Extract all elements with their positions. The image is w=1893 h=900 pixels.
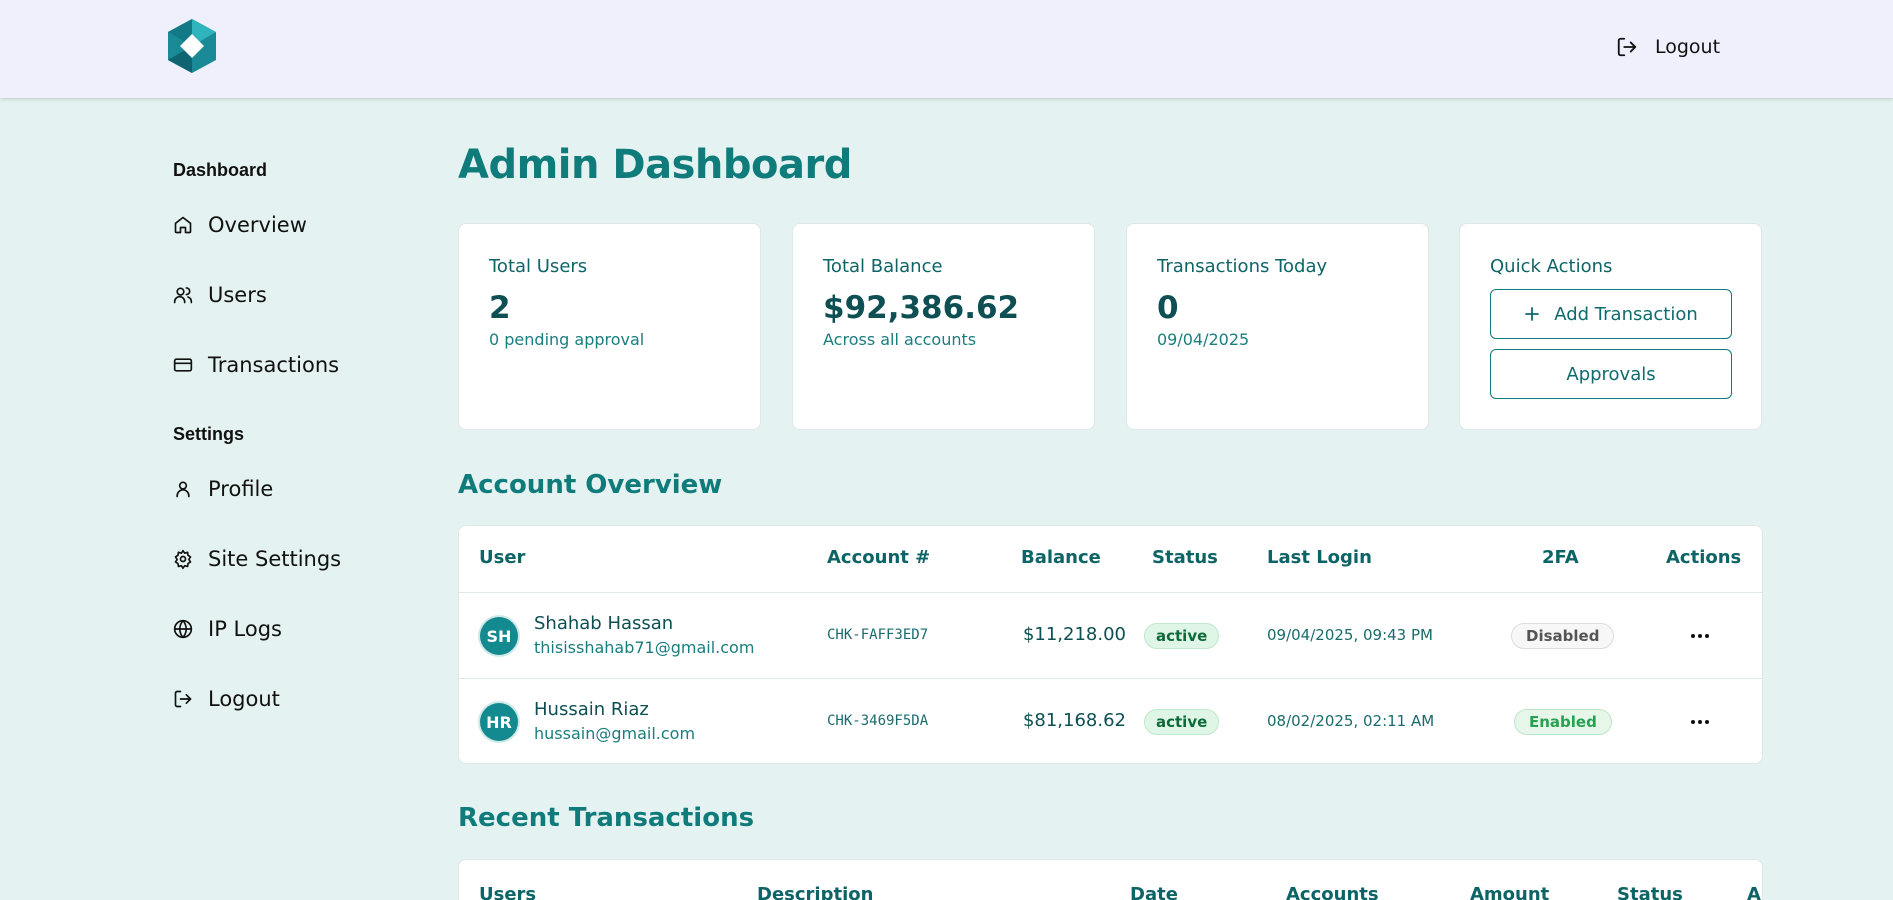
user-name: Shahab Hassan — [534, 613, 674, 634]
column-header-date: Date — [1130, 884, 1178, 900]
plus-icon — [1525, 307, 1540, 321]
status-badge: active — [1144, 709, 1220, 735]
add-transaction-label: Add Transaction — [1554, 303, 1698, 325]
last-login: 08/02/2025, 02:11 AM — [1267, 712, 1435, 730]
approvals-label: Approvals — [1566, 363, 1656, 385]
card-value: 0 — [1157, 290, 1179, 326]
sidebar-section-settings: Settings — [173, 424, 245, 444]
logo-icon[interactable] — [166, 17, 218, 75]
card-transactions-today: Transactions Today 0 09/04/2025 — [1126, 223, 1429, 430]
sidebar-item-label: Profile — [208, 477, 274, 501]
twofa-badge: Disabled — [1511, 623, 1615, 649]
more-actions-icon[interactable] — [1689, 711, 1711, 733]
globe-icon — [173, 619, 193, 639]
card-label: Total Balance — [823, 256, 943, 277]
account-overview-title: Account Overview — [458, 470, 723, 500]
account-number: CHK-FAFF3ED7 — [827, 627, 929, 643]
user-email: hussain@gmail.com — [534, 724, 696, 743]
card-label: Total Users — [489, 256, 588, 277]
sidebar-item-label: Site Settings — [208, 547, 342, 571]
card-label: Quick Actions — [1490, 256, 1613, 277]
sidebar-item-label: Logout — [208, 687, 280, 711]
top-header: Logout — [0, 0, 1893, 98]
sidebar-item-users[interactable]: Users — [173, 260, 433, 330]
account-number: CHK-3469F5DA — [827, 713, 929, 729]
column-header-last-login: Last Login — [1267, 547, 1372, 568]
card-total-balance: Total Balance $92,386.62 Across all acco… — [792, 223, 1095, 430]
header-logout-label: Logout — [1655, 36, 1721, 58]
sidebar-item-logout[interactable]: Logout — [173, 664, 433, 734]
status-badge: active — [1144, 623, 1220, 649]
avatar: HR — [480, 703, 518, 741]
add-transaction-button[interactable]: Add Transaction — [1490, 289, 1732, 339]
card-value: $92,386.62 — [823, 290, 1020, 326]
more-actions-icon[interactable] — [1689, 625, 1711, 647]
column-header-balance: Balance — [1021, 547, 1101, 568]
user-icon — [173, 479, 193, 499]
twofa-badge: Enabled — [1514, 709, 1612, 735]
sidebar-item-label: Overview — [208, 213, 307, 237]
recent-transactions-table: Users Description Date Accounts Amount S… — [458, 859, 1763, 900]
sidebar-item-label: Transactions — [208, 353, 340, 377]
column-header-actions: A — [1747, 884, 1761, 900]
header-logout-button[interactable]: Logout — [1616, 32, 1720, 62]
sidebar-item-label: IP Logs — [208, 617, 282, 641]
column-header-account: Account # — [827, 547, 931, 568]
card-quick-actions: Quick Actions Add Transaction Approvals — [1459, 223, 1762, 430]
card-subtext: 09/04/2025 — [1157, 330, 1250, 349]
account-balance: $11,218.00 — [1022, 624, 1126, 645]
home-icon — [173, 215, 193, 235]
user-email: thisisshahab71@gmail.com — [534, 638, 755, 657]
column-header-amount: Amount — [1470, 884, 1550, 900]
avatar: SH — [480, 617, 518, 655]
table-row: SH Shahab Hassan thisisshahab71@gmail.co… — [459, 592, 1762, 678]
last-login: 09/04/2025, 09:43 PM — [1267, 626, 1433, 644]
sidebar-item-site-settings[interactable]: Site Settings — [173, 524, 433, 594]
recent-transactions-title: Recent Transactions — [458, 803, 755, 833]
column-header-user: User — [479, 547, 526, 568]
card-subtext: 0 pending approval — [489, 330, 645, 349]
logout-icon — [173, 689, 193, 709]
column-header-accounts: Accounts — [1286, 884, 1379, 900]
sidebar-section-dashboard: Dashboard — [173, 160, 268, 180]
card-label: Transactions Today — [1157, 256, 1328, 277]
table-row: HR Hussain Riaz hussain@gmail.com CHK-34… — [459, 678, 1762, 763]
sidebar-item-ip-logs[interactable]: IP Logs — [173, 594, 433, 664]
credit-card-icon — [173, 355, 193, 375]
card-total-users: Total Users 2 0 pending approval — [458, 223, 761, 430]
card-subtext: Across all accounts — [823, 330, 977, 349]
card-value: 2 — [489, 290, 511, 326]
column-header-2fa: 2FA — [1542, 547, 1579, 568]
approvals-button[interactable]: Approvals — [1490, 349, 1732, 399]
sidebar-item-profile[interactable]: Profile — [173, 454, 433, 524]
sidebar-item-overview[interactable]: Overview — [173, 190, 433, 260]
column-header-users: Users — [479, 884, 537, 900]
user-name: Hussain Riaz — [534, 699, 649, 720]
column-header-actions: Actions — [1666, 547, 1742, 568]
account-overview-table: User Account # Balance Status Last Login… — [458, 525, 1763, 764]
page-title: Admin Dashboard — [458, 142, 852, 188]
column-header-status: Status — [1152, 547, 1218, 568]
gear-icon — [173, 549, 193, 569]
column-header-description: Description — [757, 884, 874, 900]
users-icon — [173, 285, 193, 305]
account-balance: $81,168.62 — [1022, 710, 1126, 731]
column-header-status: Status — [1617, 884, 1683, 900]
sidebar-item-label: Users — [208, 283, 267, 307]
sidebar-item-transactions[interactable]: Transactions — [173, 330, 433, 400]
logout-icon — [1617, 37, 1637, 57]
sidebar: Dashboard Overview Users Transactions Se… — [173, 150, 433, 734]
